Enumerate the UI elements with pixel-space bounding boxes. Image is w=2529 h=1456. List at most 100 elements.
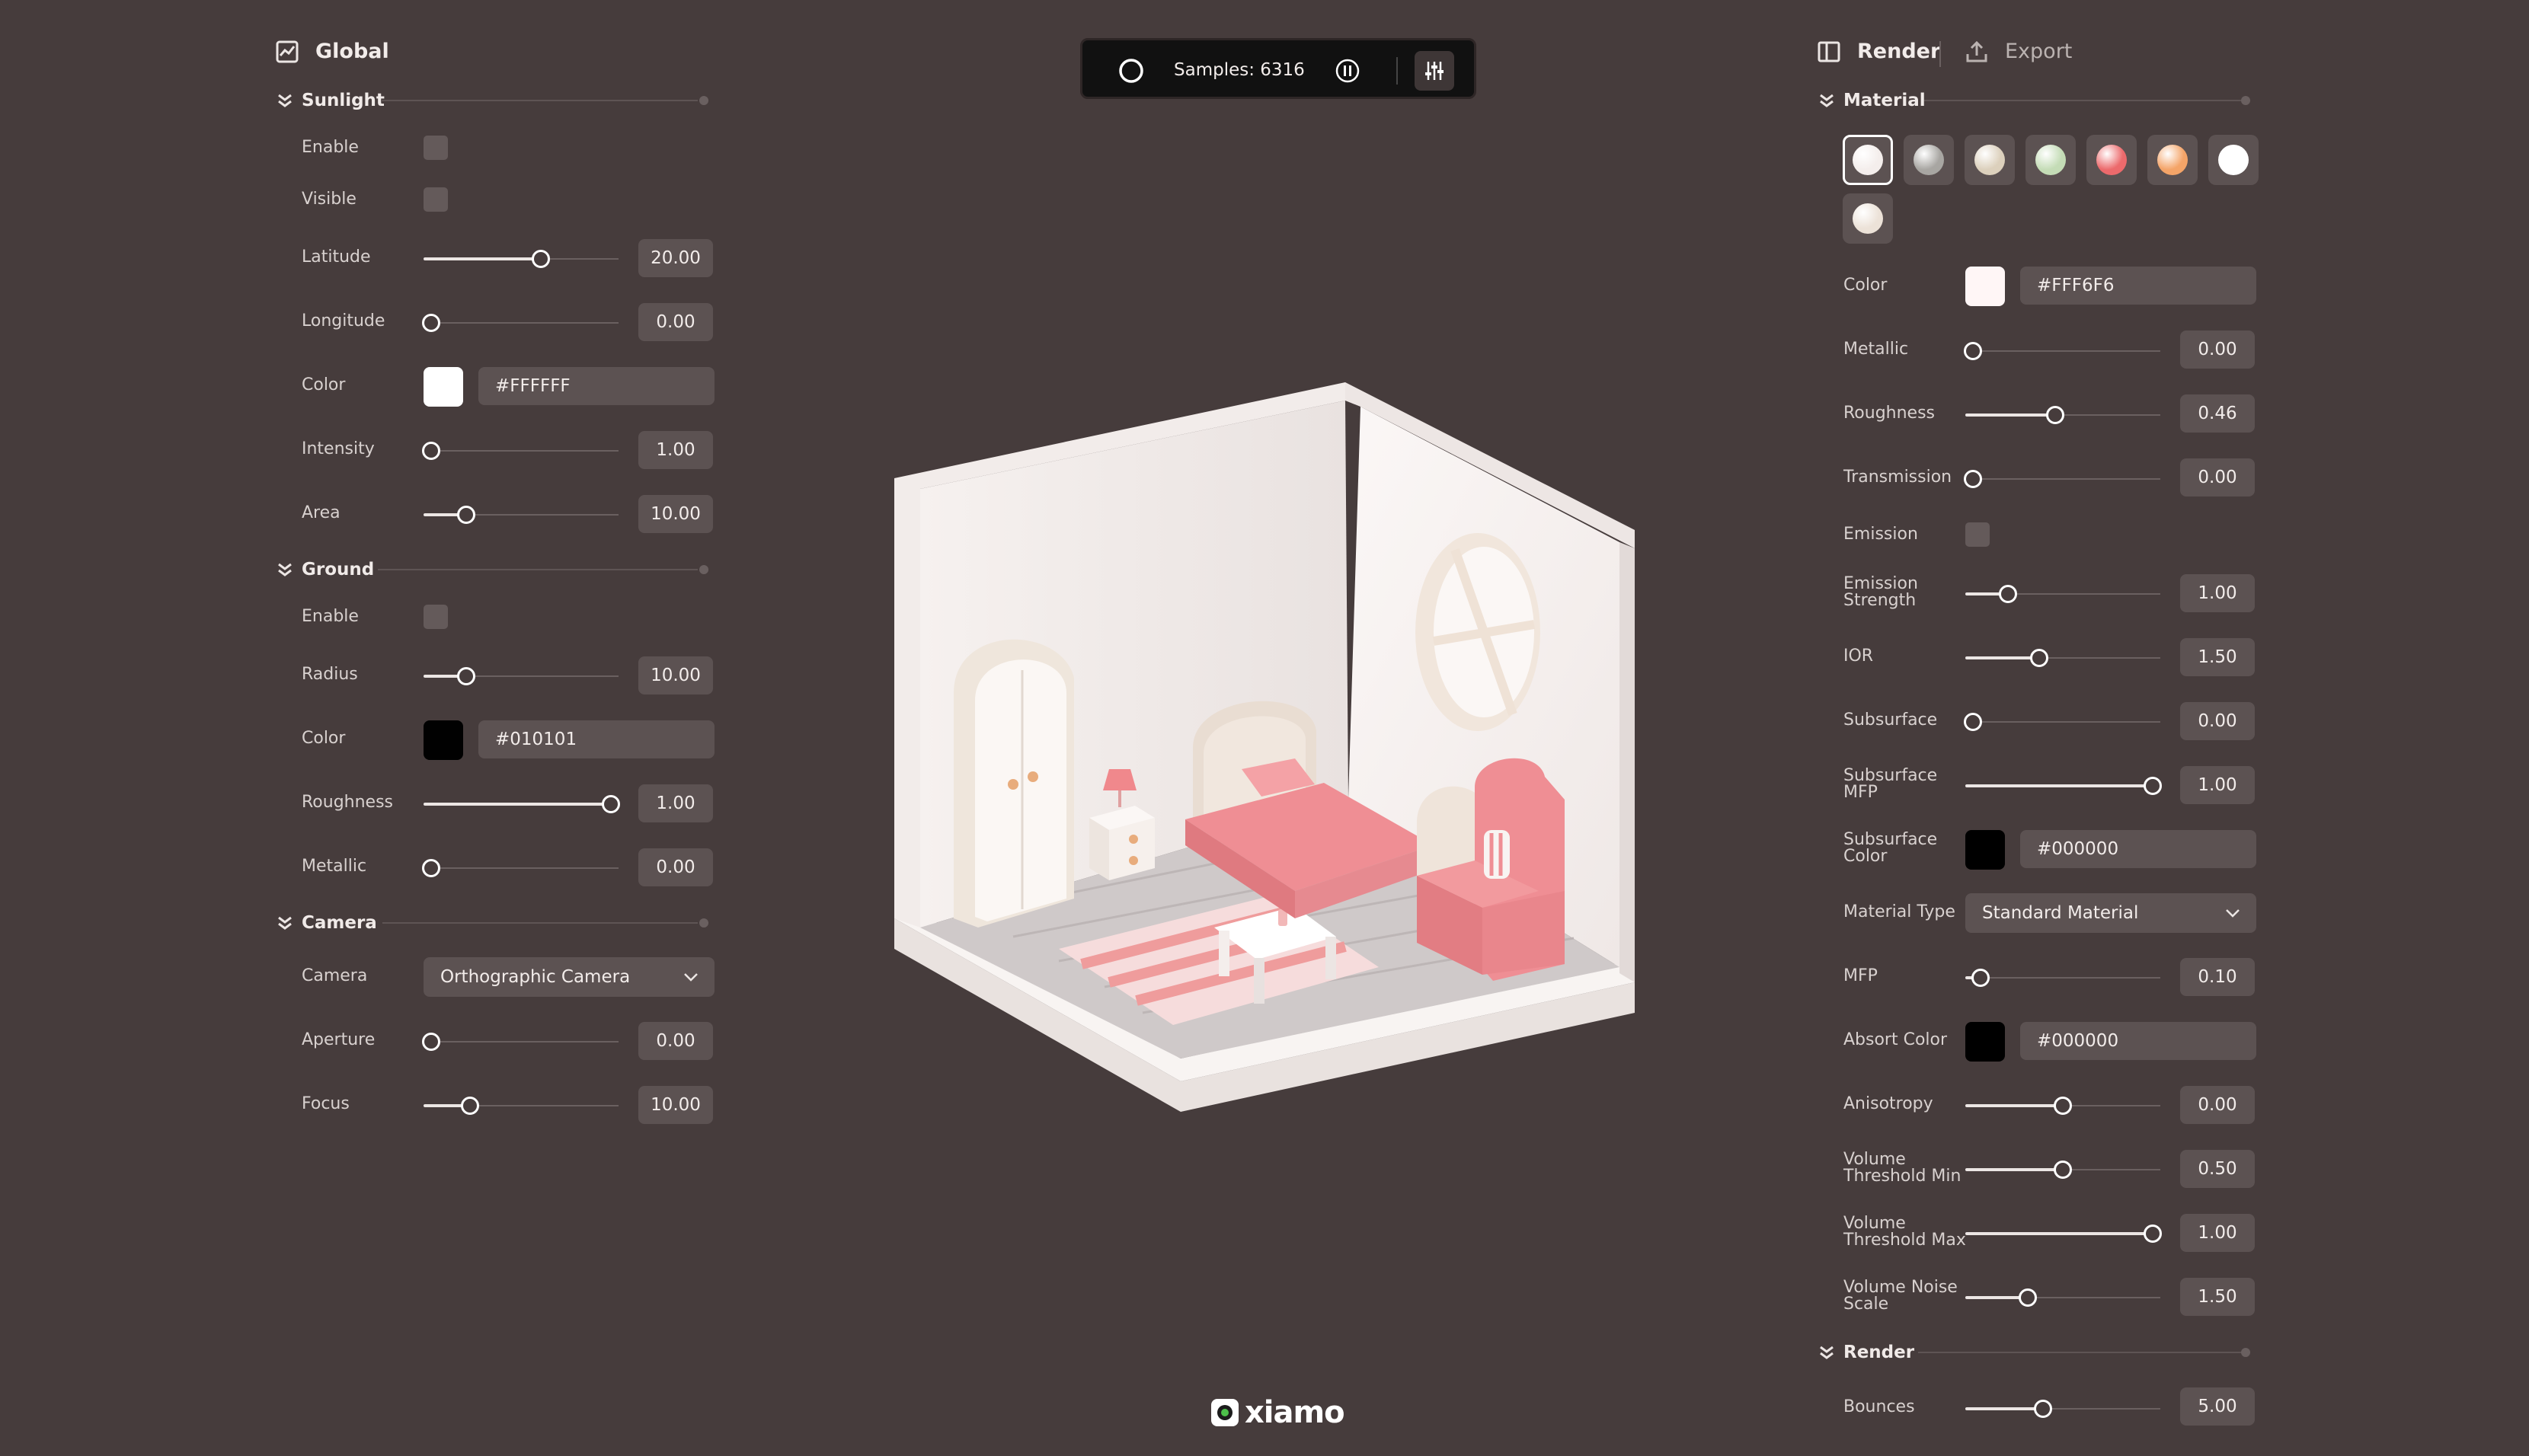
roughness-value[interactable]: 0.46 — [2180, 394, 2255, 433]
subsurface-color-hex-input[interactable]: #000000 — [2020, 830, 2256, 868]
slider-handle[interactable] — [422, 314, 441, 332]
subsurface-mfp-slider[interactable] — [1965, 777, 2162, 795]
slider-handle[interactable] — [2054, 1097, 2072, 1115]
metallic-value[interactable]: 0.00 — [2180, 330, 2255, 369]
slider-handle[interactable] — [422, 1033, 441, 1051]
absorb-color-hex-input[interactable]: #000000 — [2020, 1022, 2256, 1060]
section-render-toggle[interactable]: Render — [1818, 1337, 1914, 1368]
slider-handle[interactable] — [1964, 470, 1983, 488]
ground-roughness-value[interactable]: 1.00 — [638, 784, 713, 822]
mfp-value[interactable]: 0.10 — [2180, 958, 2255, 996]
anisotropy-slider[interactable] — [1965, 1097, 2160, 1115]
ground-enable-checkbox[interactable] — [424, 605, 448, 629]
material-type-select[interactable]: Standard Material — [1965, 893, 2256, 933]
emission-strength-value[interactable]: 1.00 — [2180, 574, 2255, 612]
material-preset[interactable] — [2086, 135, 2137, 185]
slider-handle[interactable] — [457, 667, 476, 685]
volume-threshold-min-slider[interactable] — [1965, 1161, 2160, 1179]
material-preset[interactable] — [2147, 135, 2198, 185]
material-preset[interactable] — [2025, 135, 2076, 185]
slider-handle[interactable] — [2054, 1161, 2072, 1179]
section-sunlight-toggle[interactable]: Sunlight — [276, 85, 385, 116]
latitude-value[interactable]: 20.00 — [638, 239, 713, 277]
slider-handle[interactable] — [422, 859, 441, 877]
room-render-viewport[interactable] — [884, 373, 1638, 1119]
material-preset[interactable] — [1843, 193, 1893, 244]
section-ground-toggle[interactable]: Ground — [276, 554, 374, 585]
slider-handle[interactable] — [2143, 1225, 2162, 1243]
bounces-value[interactable]: 5.00 — [2180, 1387, 2255, 1426]
ground-metallic-slider[interactable] — [422, 859, 619, 877]
emission-strength-slider[interactable] — [1965, 585, 2160, 603]
material-color-hex-input[interactable]: #FFF6F6 — [2020, 267, 2256, 305]
intensity-slider[interactable] — [422, 442, 619, 460]
volume-noise-scale-slider[interactable] — [1965, 1288, 2160, 1307]
volume-threshold-max-value[interactable]: 1.00 — [2180, 1214, 2255, 1252]
absorb-color-swatch[interactable] — [1965, 1022, 2005, 1062]
pause-icon[interactable] — [1334, 57, 1361, 85]
subsurface-slider[interactable] — [1964, 713, 2160, 731]
volume-threshold-min-value[interactable]: 0.50 — [2180, 1150, 2255, 1188]
slider-handle[interactable] — [1999, 585, 2018, 603]
camera-select[interactable]: Orthographic Camera — [424, 957, 715, 997]
slider-handle[interactable] — [461, 1097, 480, 1115]
slider-handle[interactable] — [2143, 777, 2162, 795]
roughness-slider[interactable] — [1965, 406, 2160, 424]
ior-slider[interactable] — [1965, 649, 2160, 667]
slider-handle[interactable] — [2034, 1400, 2053, 1418]
material-preset[interactable] — [1843, 135, 1893, 185]
circle-icon[interactable] — [1117, 57, 1145, 85]
subsurface-mfp-value[interactable]: 1.00 — [2180, 766, 2255, 804]
radius-slider[interactable] — [424, 667, 619, 685]
intensity-value[interactable]: 1.00 — [638, 431, 713, 469]
latitude-slider[interactable] — [424, 250, 619, 268]
mfp-slider[interactable] — [1965, 969, 2160, 987]
ground-metallic-value[interactable]: 0.00 — [638, 848, 713, 886]
material-color-swatch[interactable] — [1965, 267, 2005, 306]
slider-handle[interactable] — [2030, 649, 2049, 667]
slider-handle[interactable] — [1964, 713, 1983, 731]
subsurface-value[interactable]: 0.00 — [2180, 702, 2255, 740]
ground-color-swatch[interactable] — [424, 720, 463, 760]
sunlight-color-hex-input[interactable]: #FFFFFF — [478, 367, 715, 405]
material-preset[interactable] — [2208, 135, 2259, 185]
emission-checkbox[interactable] — [1965, 522, 1990, 547]
slider-handle[interactable] — [2018, 1288, 2037, 1307]
tab-render[interactable]: Render — [1818, 40, 1940, 63]
anisotropy-value[interactable]: 0.00 — [2180, 1086, 2255, 1124]
tab-export[interactable]: Export — [1965, 40, 2072, 63]
slider-handle[interactable] — [1971, 969, 1990, 987]
sunlight-visible-checkbox[interactable] — [424, 187, 448, 212]
aperture-value[interactable]: 0.00 — [638, 1022, 713, 1060]
brand-logo[interactable]: xiamo — [1210, 1395, 1345, 1430]
sunlight-enable-checkbox[interactable] — [424, 136, 448, 160]
section-camera-toggle[interactable]: Camera — [276, 908, 377, 938]
transmission-slider[interactable] — [1964, 470, 2160, 488]
transmission-value[interactable]: 0.00 — [2180, 458, 2255, 497]
ground-roughness-slider[interactable] — [424, 795, 620, 813]
longitude-slider[interactable] — [422, 314, 619, 332]
settings-sliders-button[interactable] — [1415, 51, 1454, 91]
area-slider[interactable] — [424, 506, 619, 524]
slider-handle[interactable] — [457, 506, 476, 524]
area-value[interactable]: 10.00 — [638, 495, 713, 533]
volume-threshold-max-slider[interactable] — [1965, 1225, 2162, 1243]
slider-handle[interactable] — [2045, 406, 2064, 424]
ior-value[interactable]: 1.50 — [2180, 638, 2255, 676]
longitude-value[interactable]: 0.00 — [638, 303, 713, 341]
bounces-slider[interactable] — [1965, 1400, 2160, 1418]
slider-handle[interactable] — [531, 250, 550, 268]
subsurface-color-swatch[interactable] — [1965, 830, 2005, 870]
focus-slider[interactable] — [424, 1097, 619, 1115]
ground-color-hex-input[interactable]: #010101 — [478, 720, 715, 758]
aperture-slider[interactable] — [422, 1033, 619, 1051]
slider-handle[interactable] — [422, 442, 441, 460]
material-preset[interactable] — [1965, 135, 2015, 185]
volume-noise-scale-value[interactable]: 1.50 — [2180, 1278, 2255, 1316]
slider-handle[interactable] — [601, 795, 620, 813]
metallic-slider[interactable] — [1964, 342, 2160, 360]
focus-value[interactable]: 10.00 — [638, 1086, 713, 1124]
radius-value[interactable]: 10.00 — [638, 656, 713, 694]
material-preset[interactable] — [1904, 135, 1954, 185]
section-material-toggle[interactable]: Material — [1818, 85, 1926, 116]
